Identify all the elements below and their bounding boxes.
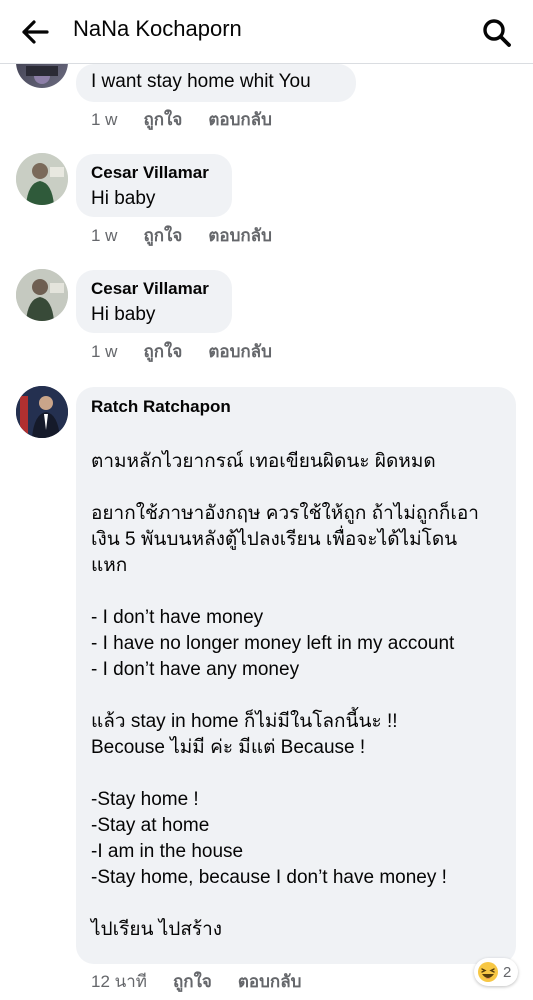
reply-button[interactable]: ตอบกลับ [238,972,302,991]
like-button[interactable]: ถูกใจ [143,110,182,129]
page-title: NaNa Kochaporn [73,16,242,41]
avatar[interactable] [16,269,68,321]
comment-line: อยากใช้ภาษาอังกฤษ ควรใช้ให้ถูก ถ้าไม่ถูก… [91,503,479,524]
comment-actions: 1 w ถูกใจ ตอบกลับ [91,222,298,249]
comment-bubble[interactable]: Cesar Villamar Hi baby [76,270,232,333]
comment-line: Becouse ไม่มี ค่ะ มีแต่ Because ! [91,737,366,758]
avatar[interactable] [16,153,68,205]
reaction-badge[interactable]: 2 [474,958,519,986]
comment-actions: 12 นาที ถูกใจ ตอบกลับ [91,968,327,995]
comment-text: Hi baby [91,304,156,325]
comment-line: ตามหลักไวยากรณ์ เทอเขียนผิดนะ ผิดหมด [91,451,436,472]
comment-line: -I am in the house [91,841,244,862]
comment-line: -Stay home ! [91,789,199,810]
comment-time: 1 w [91,342,118,361]
comment-actions: 1 w ถูกใจ ตอบกลับ [91,106,298,133]
comment-time: 1 w [91,226,118,245]
like-button[interactable]: ถูกใจ [173,972,212,991]
like-button[interactable]: ถูกใจ [143,342,182,361]
comment-line: -Stay home, because I don’t have money ! [91,867,447,888]
reply-button[interactable]: ตอบกลับ [208,110,272,129]
comment-author[interactable]: Ratch Ratchapon [91,397,231,417]
comment-line: - I don’t have money [91,607,264,628]
avatar[interactable] [16,386,68,438]
comment-body: ตามหลักไวยากรณ์ เทอเขียนผิดนะ ผิดหมด อยา… [91,449,479,943]
haha-emoji-icon [477,961,499,983]
comment-line: แหก [91,555,128,576]
search-icon[interactable] [480,16,514,50]
comment-time: 12 นาที [91,972,148,991]
comment-bubble[interactable]: Cesar Villamar Hi baby [76,154,232,217]
comment-line: - I have no longer money left in my acco… [91,633,455,654]
comment-actions: 1 w ถูกใจ ตอบกลับ [91,338,298,365]
comment-author[interactable]: Cesar Villamar [91,163,209,183]
comment-line: - I don’t have any money [91,659,300,680]
reply-button[interactable]: ตอบกลับ [208,226,272,245]
comment-bubble[interactable]: I want stay home whit You [76,64,356,102]
comment-bubble[interactable]: Ratch Ratchapon ตามหลักไวยากรณ์ เทอเขียน… [76,387,516,964]
like-button[interactable]: ถูกใจ [143,226,182,245]
back-arrow-icon[interactable] [20,18,52,46]
comment-line: ไปเรียน ไปสร้าง [91,919,223,940]
comment-line: -Stay at home [91,815,210,836]
app-header: NaNa Kochaporn [0,0,533,64]
reaction-count: 2 [503,963,512,981]
comment-time: 1 w [91,110,118,129]
comment-author[interactable]: Cesar Villamar [91,279,209,299]
comment-line: เงิน 5 พันบนหลังตู้ไปลงเรียน เพื่อจะได้ไ… [91,529,458,550]
comment-text: Hi baby [91,188,156,209]
comment-text: I want stay home whit You [91,71,311,92]
reply-button[interactable]: ตอบกลับ [208,342,272,361]
comment-line: แล้ว stay in home ก็ไม่มีในโลกนี้นะ !! [91,711,398,732]
